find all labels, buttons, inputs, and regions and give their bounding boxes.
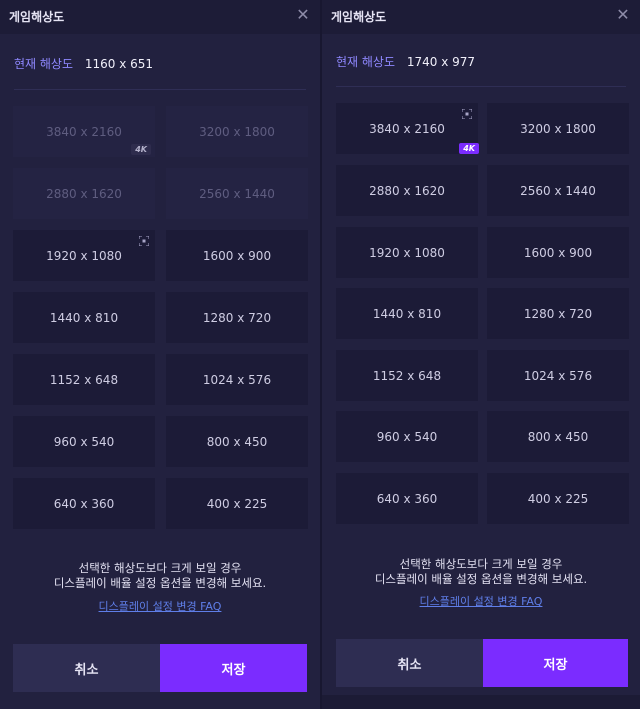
resolution-option-2880x1620[interactable]: 2880 x 1620 [336,165,478,216]
resolution-option-2880x1620[interactable]: 2880 x 1620 [13,168,155,219]
resolution-option-1280x720[interactable]: 1280 x 720 [487,288,629,339]
resolution-label: 1280 x 720 [202,310,272,325]
resolution-label: 2880 x 1620 [46,186,122,201]
resolution-option-640x360[interactable]: 640 x 360 [13,478,155,529]
resolution-option-2560x1440[interactable]: 2560 x 1440 [166,168,308,219]
display-settings-faq-link[interactable]: 디스플레이 설정 변경 FAQ [0,598,320,614]
4k-badge: 4K [459,143,479,154]
resolution-option-3200x1800[interactable]: 3200 x 1800 [487,103,629,154]
resolution-label: 1600 x 900 [523,245,593,260]
dialog-title: 게임해상도 [331,10,387,24]
resolution-label: 640 x 360 [53,496,115,511]
resolution-option-1152x648[interactable]: 1152 x 648 [336,350,478,401]
resolution-label: 1440 x 810 [372,306,442,321]
resolution-label: 400 x 225 [527,491,589,506]
resolution-label: 800 x 450 [527,429,589,444]
resolution-label: 1024 x 576 [202,372,272,387]
current-resolution-label: 현재 해상도 [14,57,74,71]
resolution-option-2560x1440[interactable]: 2560 x 1440 [487,165,629,216]
resolution-option-960x540[interactable]: 960 x 540 [13,416,155,467]
resolution-option-800x450[interactable]: 800 x 450 [166,416,308,467]
resolution-dialog-left: 게임해상도 ✕ 현재 해상도 1160 x 651 3840 x 2160 4K… [0,0,320,709]
notice-line-1: 선택한 해상도보다 크게 보일 경우 [399,557,563,571]
resolution-label: 1152 x 648 [372,368,442,383]
resolution-option-1280x720[interactable]: 1280 x 720 [166,292,308,343]
notice-line-2: 디스플레이 배율 설정 옵션을 변경해 보세요. [374,572,588,586]
resolution-option-1152x648[interactable]: 1152 x 648 [13,354,155,405]
resolution-label: 1600 x 900 [202,248,272,263]
divider [336,86,626,87]
resolution-label: 400 x 225 [206,496,268,511]
cancel-button[interactable]: 취소 [13,644,160,692]
resolution-option-1440x810[interactable]: 1440 x 810 [13,292,155,343]
resolution-label: 3840 x 2160 [46,124,122,139]
resolution-label: 2880 x 1620 [369,183,445,198]
resolution-option-400x225[interactable]: 400 x 225 [487,473,629,524]
close-icon[interactable]: ✕ [614,6,632,24]
resolution-option-1440x810[interactable]: 1440 x 810 [336,288,478,339]
resolution-label: 2560 x 1440 [199,186,275,201]
resolution-label: 2560 x 1440 [520,183,596,198]
resolution-option-1024x576[interactable]: 1024 x 576 [166,354,308,405]
divider [14,89,306,90]
resolution-label: 1024 x 576 [523,368,593,383]
resolution-label: 1920 x 1080 [46,248,122,263]
resolution-label: 1152 x 648 [49,372,119,387]
resolution-option-640x360[interactable]: 640 x 360 [336,473,478,524]
cancel-button[interactable]: 취소 [336,639,483,687]
resolution-option-1600x900[interactable]: 1600 x 900 [166,230,308,281]
4k-badge: 4K [131,144,151,155]
resolution-option-3200x1800[interactable]: 3200 x 1800 [166,106,308,157]
resolution-option-400x225[interactable]: 400 x 225 [166,478,308,529]
fullscreen-icon [462,109,472,119]
resolution-option-1920x1080[interactable]: 1920 x 1080 [336,227,478,278]
resolution-label: 3200 x 1800 [520,121,596,136]
resolution-option-1024x576[interactable]: 1024 x 576 [487,350,629,401]
resolution-label: 1440 x 810 [49,310,119,325]
current-resolution-value: 1740 x 977 [406,55,476,69]
resolution-label: 800 x 450 [206,434,268,449]
resolution-option-800x450[interactable]: 800 x 450 [487,411,629,462]
resolution-option-1600x900[interactable]: 1600 x 900 [487,227,629,278]
resolution-label: 1920 x 1080 [369,245,445,260]
display-settings-faq-link[interactable]: 디스플레이 설정 변경 FAQ [322,593,640,609]
current-resolution-label: 현재 해상도 [336,55,396,69]
notice-line-2: 디스플레이 배율 설정 옵션을 변경해 보세요. [53,576,267,590]
close-icon[interactable]: ✕ [294,6,312,24]
fullscreen-icon [139,236,149,246]
resolution-label: 960 x 540 [376,429,438,444]
notice-line-1: 선택한 해상도보다 크게 보일 경우 [78,561,242,575]
current-resolution-value: 1160 x 651 [84,57,154,71]
title-bar: 게임해상도 ✕ [322,0,640,34]
resolution-dialog-right: 게임해상도 ✕ 현재 해상도 1740 x 977 3840 x 2160 4K… [322,0,640,695]
dialog-title: 게임해상도 [9,10,65,24]
resolution-option-1920x1080[interactable]: 1920 x 1080 [13,230,155,281]
resolution-option-3840x2160[interactable]: 3840 x 2160 4K [13,106,155,157]
resolution-label: 3840 x 2160 [369,121,445,136]
notice-text: 선택한 해상도보다 크게 보일 경우 디스플레이 배율 설정 옵션을 변경해 보… [322,557,640,587]
resolution-label: 3200 x 1800 [199,124,275,139]
resolution-label: 960 x 540 [53,434,115,449]
notice-text: 선택한 해상도보다 크게 보일 경우 디스플레이 배율 설정 옵션을 변경해 보… [0,561,320,591]
current-resolution: 현재 해상도 1160 x 651 [14,55,153,72]
resolution-option-960x540[interactable]: 960 x 540 [336,411,478,462]
resolution-option-3840x2160[interactable]: 3840 x 2160 4K [336,103,479,154]
save-button[interactable]: 저장 [483,639,628,687]
save-button[interactable]: 저장 [160,644,307,692]
resolution-label: 1280 x 720 [523,306,593,321]
current-resolution: 현재 해상도 1740 x 977 [336,53,475,70]
title-bar: 게임해상도 ✕ [0,0,320,34]
resolution-label: 640 x 360 [376,491,438,506]
